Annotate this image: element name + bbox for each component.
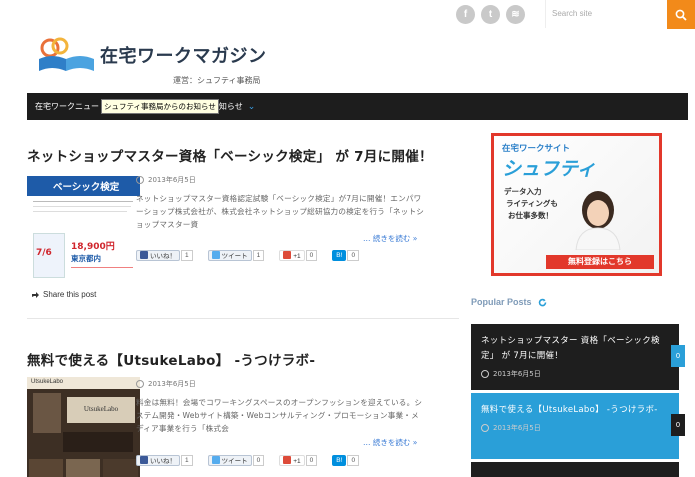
gplus-icon bbox=[283, 456, 292, 464]
article-1: ネットショップマスター資格「ベーシック検定」 が 7月に開催！ bbox=[27, 145, 459, 165]
banner-tag1: データ入力 bbox=[504, 187, 542, 196]
article-2: 無料で使える【UtsukeLabo】 -うつけラボ- bbox=[27, 349, 459, 369]
article-title[interactable]: 無料で使える【UtsukeLabo】 -うつけラボ- bbox=[27, 349, 459, 369]
book-logo-icon bbox=[36, 37, 98, 73]
article-date: 2013年6月5日 bbox=[136, 175, 196, 185]
share-buttons: いいね！ 1 ツイート 1 +1 0 B! 0 bbox=[136, 250, 360, 261]
clock-icon bbox=[481, 370, 489, 378]
banner-top: 在宅ワークサイト bbox=[502, 144, 571, 154]
clock-icon bbox=[136, 380, 144, 388]
thumb-brand: UtsukeLabo bbox=[31, 379, 64, 385]
read-more-link[interactable]: … 続きを読む » bbox=[363, 233, 417, 244]
popular-post-2[interactable]: 無料で使える【UtsukeLabo】 -うつけラボ- 2013年6月5日 bbox=[471, 393, 679, 459]
popular-posts-heading: Popular Posts bbox=[471, 297, 547, 307]
thumb-place: 東京都内 bbox=[71, 254, 101, 263]
share-buttons: いいね！ 1 ツイート 0 +1 0 B! 0 bbox=[136, 455, 360, 466]
search-icon bbox=[675, 9, 687, 21]
popular-post-count: 0 bbox=[671, 345, 685, 367]
hatena-button[interactable]: B! 0 bbox=[332, 250, 360, 261]
clock-icon bbox=[481, 424, 489, 432]
shufti-banner[interactable]: 在宅ワークサイト シュフティ データ入力 ライティングも お仕事多数！ 無料登録… bbox=[491, 133, 662, 276]
facebook-like-button[interactable]: いいね！ 1 bbox=[136, 250, 193, 261]
hatena-icon: B! bbox=[332, 455, 347, 466]
twitter-icon bbox=[211, 456, 220, 464]
article-thumbnail[interactable]: ベーシック検定 7/6 18,900円 東京都内 bbox=[27, 173, 140, 286]
site-logo[interactable]: 在宅ワークマガジン bbox=[36, 37, 267, 73]
popular-post-title: 無料で使える【UtsukeLabo】 -うつけラボ- bbox=[481, 405, 658, 415]
banner-tag2: ライティングも bbox=[506, 199, 558, 208]
nav-item-news-tail[interactable]: 知らせ bbox=[219, 101, 243, 112]
banner-tag3: お仕事多数！ bbox=[508, 211, 553, 220]
clock-icon bbox=[136, 176, 144, 184]
main-nav: 在宅ワークニュー シュフティ事務局からのお知らせ 知らせ ⌄ bbox=[27, 93, 688, 120]
date-text: 2013年6月5日 bbox=[148, 380, 196, 388]
hatena-icon: B! bbox=[332, 250, 347, 261]
read-more-link[interactable]: … 続きを読む » bbox=[363, 437, 417, 448]
chevron-down-icon[interactable]: ⌄ bbox=[248, 102, 256, 112]
site-subtitle: 運営：シュフティ事務局 bbox=[173, 76, 261, 85]
woman-photo bbox=[568, 188, 628, 251]
thumb-date: 7/6 bbox=[33, 233, 65, 278]
gplus-button[interactable]: +1 0 bbox=[279, 455, 318, 466]
facebook-icon[interactable]: f bbox=[456, 5, 475, 24]
date-text: 2013年6月5日 bbox=[148, 176, 196, 184]
facebook-icon bbox=[140, 456, 148, 464]
banner-cta[interactable]: 無料登録はこちら bbox=[546, 255, 654, 269]
social-links: f t ≋ bbox=[456, 5, 525, 24]
twitter-icon bbox=[211, 251, 220, 259]
article-divider bbox=[27, 318, 459, 319]
gplus-button[interactable]: +1 0 bbox=[279, 250, 318, 261]
popular-post-title: ネットショップマスター 資格「ベーシック検定」 が 7月に開催！ bbox=[481, 336, 660, 361]
share-icon bbox=[32, 291, 39, 298]
article-excerpt: 料金は無料！会場でコワーキングスペースのオープンフッションを迎えている。システム… bbox=[136, 398, 423, 433]
thumb-brand-board: UtsukeLabo bbox=[67, 397, 135, 423]
search-button[interactable] bbox=[667, 0, 695, 29]
article-excerpt: ネットショップマスター資格認定試験「ベーシック検定」が7月に開催！エンパワーショ… bbox=[136, 194, 425, 229]
popular-post-date: 2013年6月5日 bbox=[481, 369, 669, 379]
article-title[interactable]: ネットショップマスター資格「ベーシック検定」 が 7月に開催！ bbox=[27, 145, 459, 165]
banner-brand: シュフティ bbox=[502, 158, 596, 180]
refresh-icon[interactable] bbox=[538, 298, 547, 307]
gplus-icon bbox=[283, 251, 292, 259]
facebook-like-button[interactable]: いいね！ 1 bbox=[136, 455, 193, 466]
popular-post-count: 0 bbox=[671, 414, 685, 436]
popular-post-1[interactable]: ネットショップマスター 資格「ベーシック検定」 が 7月に開催！ 2013年6月… bbox=[471, 324, 679, 390]
nav-item-news[interactable]: 在宅ワークニュー bbox=[35, 101, 99, 112]
nav-tooltip: シュフティ事務局からのお知らせ bbox=[101, 99, 219, 114]
site-title: 在宅ワークマガジン bbox=[100, 46, 267, 67]
twitter-icon[interactable]: t bbox=[481, 5, 500, 24]
thumb-heading: ベーシック検定 bbox=[27, 176, 140, 196]
facebook-icon bbox=[140, 251, 148, 259]
popular-post-date: 2013年6月5日 bbox=[481, 423, 669, 433]
popular-post-3[interactable] bbox=[471, 462, 679, 477]
tweet-button[interactable]: ツイート 0 bbox=[207, 455, 265, 466]
search-input[interactable]: Search site bbox=[545, 0, 667, 28]
rss-icon[interactable]: ≋ bbox=[506, 5, 525, 24]
tweet-button[interactable]: ツイート 1 bbox=[207, 250, 265, 261]
hatena-button[interactable]: B! 0 bbox=[332, 455, 360, 466]
thumb-price: 18,900円 bbox=[71, 242, 115, 252]
share-this-post[interactable]: Share this post bbox=[31, 290, 96, 299]
article-thumbnail[interactable]: UtsukeLabo UtsukeLabo bbox=[27, 377, 140, 477]
article-date: 2013年6月5日 bbox=[136, 379, 196, 389]
